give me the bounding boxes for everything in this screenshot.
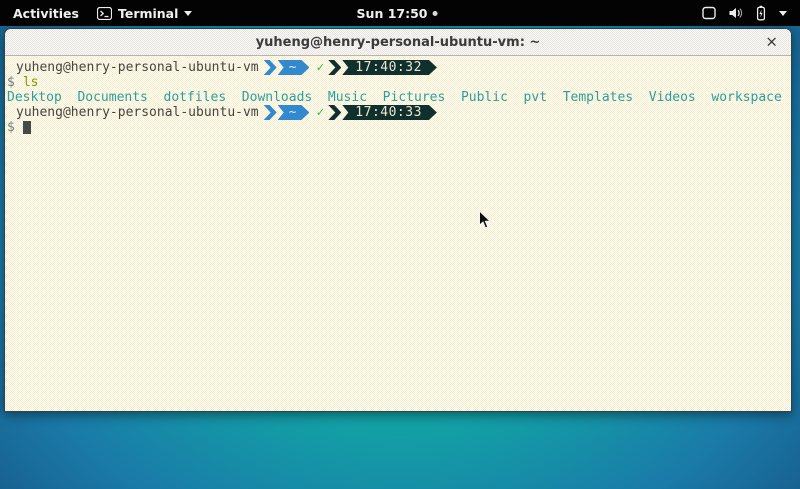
terminal-window: yuheng@henry-personal-ubuntu-vm: ~ × yuh… xyxy=(4,28,792,412)
terminal-app-icon xyxy=(97,7,112,20)
prompt-line: yuheng@henry-personal-ubuntu-vm ~ ✓ 17:4… xyxy=(7,105,789,120)
system-menu-button[interactable] xyxy=(692,0,796,26)
prompt-symbol: $ xyxy=(7,75,15,90)
prompt-time: 17:40:33 xyxy=(355,105,422,120)
command-text: ls xyxy=(23,75,39,90)
powerline-time-segment: 17:40:33 xyxy=(342,105,437,120)
command-line: $ ls xyxy=(7,75,789,90)
screen-icon xyxy=(701,5,717,21)
powerline-arrow-icon xyxy=(328,60,341,75)
text-cursor xyxy=(23,121,31,134)
check-icon: ✓ xyxy=(316,60,324,75)
powerline-time-segment: 17:40:32 xyxy=(342,60,437,75)
volume-icon xyxy=(727,5,743,21)
app-menu-label: Terminal xyxy=(118,6,178,21)
prompt-user-host: yuheng@henry-personal-ubuntu-vm xyxy=(16,105,259,120)
window-titlebar[interactable]: yuheng@henry-personal-ubuntu-vm: ~ × xyxy=(5,29,791,56)
prompt-line: yuheng@henry-personal-ubuntu-vm ~ ✓ 17:4… xyxy=(7,60,789,75)
check-icon: ✓ xyxy=(316,105,324,120)
prompt-symbol: $ xyxy=(7,120,15,135)
powerline-path-segment: ~ xyxy=(278,60,310,75)
directory-listing: Desktop Documents dotfiles Downloads Mus… xyxy=(7,90,789,105)
close-button[interactable]: × xyxy=(765,35,778,50)
terminal-content[interactable]: yuheng@henry-personal-ubuntu-vm ~ ✓ 17:4… xyxy=(5,57,791,411)
prompt-path: ~ xyxy=(289,105,297,120)
chevron-down-icon xyxy=(184,11,192,16)
chevron-down-icon xyxy=(779,11,787,16)
desktop-screen: Activities Terminal Sun 17:50 xyxy=(0,0,800,489)
powerline-arrow-icon xyxy=(264,105,277,120)
activities-button[interactable]: Activities xyxy=(4,0,88,26)
battery-icon xyxy=(753,5,769,21)
powerline-path-segment: ~ xyxy=(278,105,310,120)
mouse-cursor-icon xyxy=(478,210,492,230)
prompt-user-host: yuheng@henry-personal-ubuntu-vm xyxy=(16,60,259,75)
clock-label: Sun 17:50 xyxy=(357,6,428,21)
app-menu-button[interactable]: Terminal xyxy=(88,0,201,26)
window-title: yuheng@henry-personal-ubuntu-vm: ~ xyxy=(256,35,541,50)
powerline-arrow-icon xyxy=(328,105,341,120)
prompt-time: 17:40:32 xyxy=(355,60,422,75)
clock-button[interactable]: Sun 17:50 xyxy=(348,0,447,26)
top-bar: Activities Terminal Sun 17:50 xyxy=(0,0,800,26)
input-line[interactable]: $ xyxy=(7,120,789,135)
powerline-arrow-icon xyxy=(264,60,277,75)
prompt-path: ~ xyxy=(289,60,297,75)
notification-dot-icon xyxy=(433,11,438,16)
